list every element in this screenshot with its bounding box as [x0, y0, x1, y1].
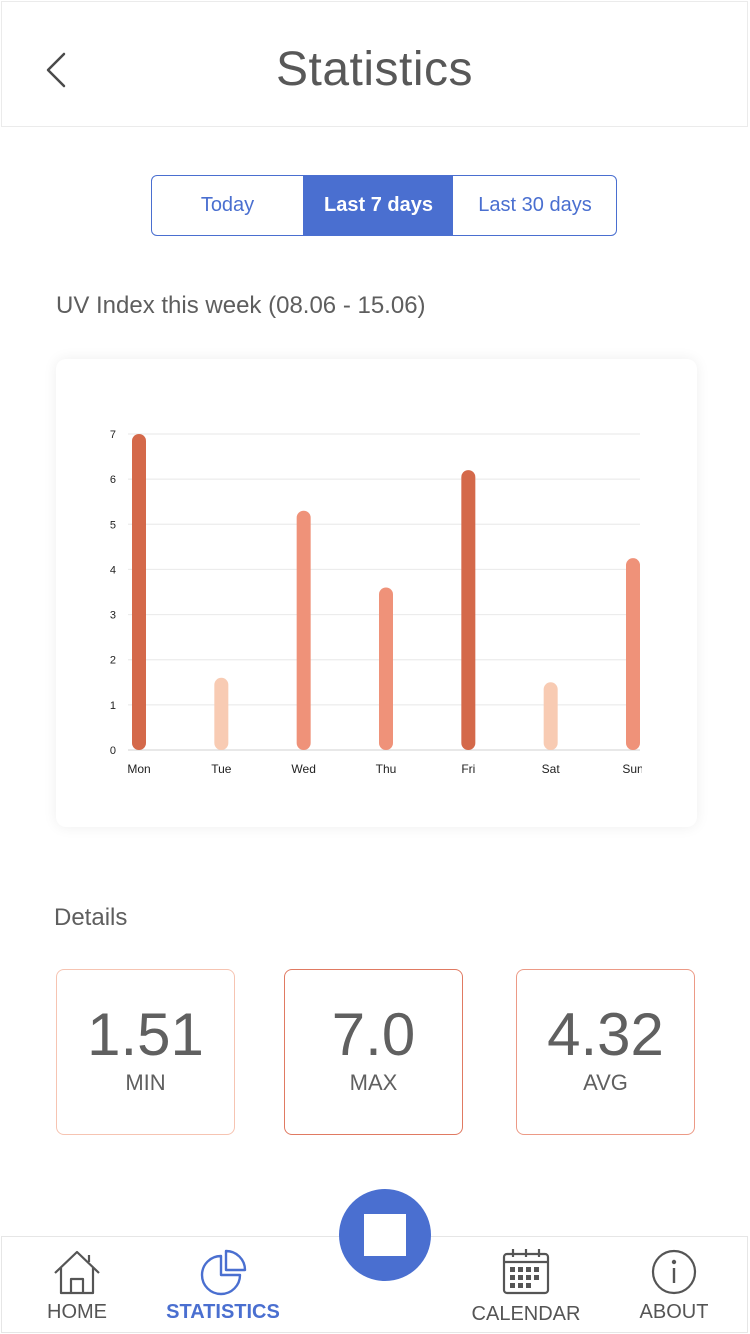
tab-calendar[interactable]: CALENDAR [466, 1237, 586, 1332]
bar-thu [379, 587, 393, 750]
y-tick-label: 7 [110, 429, 116, 441]
y-tick-label: 3 [110, 610, 116, 622]
bar-tue [214, 677, 229, 750]
x-tick-label: Mon [127, 762, 150, 776]
tab-home[interactable]: HOME [32, 1237, 122, 1332]
x-tick-label: Wed [291, 762, 315, 776]
max-label: MAX [349, 1070, 398, 1095]
max-stat-card: 7.0 MAX [284, 969, 463, 1135]
bar-fri [461, 470, 476, 750]
min-value: 1.51 [87, 1001, 204, 1068]
bar-wed [296, 510, 311, 750]
avg-label: AVG [583, 1070, 628, 1095]
pie-chart-icon [200, 1249, 247, 1296]
tab-last-30-days[interactable]: Last 30 days [453, 176, 616, 235]
min-stat-card: 1.51 MIN [56, 969, 235, 1135]
header-bar: Statistics [1, 1, 748, 127]
calendar-icon [502, 1249, 550, 1295]
y-tick-label: 1 [110, 700, 116, 712]
stop-icon [364, 1214, 406, 1256]
tab-statistics-label: STATISTICS [166, 1301, 280, 1323]
info-icon [651, 1249, 697, 1295]
x-tick-label: Thu [376, 762, 397, 776]
date-range-selector: Today Last 7 days Last 30 days [151, 175, 617, 236]
min-label: MIN [125, 1070, 166, 1095]
bar-sun [626, 558, 640, 750]
stop-button[interactable] [339, 1189, 431, 1281]
tab-last-7-days[interactable]: Last 7 days [304, 176, 453, 235]
uv-bar-chart: 0 1 2 3 4 5 6 7 Mon Tue Wed Thu Fri Sat Sun [110, 429, 643, 776]
y-tick-label: 6 [110, 474, 116, 486]
x-tick-label: Sun [622, 762, 643, 776]
tab-statistics[interactable]: STATISTICS [162, 1237, 284, 1332]
details-title: Details [54, 904, 128, 931]
tab-today[interactable]: Today [152, 176, 304, 235]
y-tick-label: 5 [110, 519, 116, 531]
tab-about-label: ABOUT [639, 1301, 709, 1323]
tab-calendar-label: CALENDAR [471, 1303, 581, 1325]
y-tick-label: 4 [110, 564, 116, 576]
page-title: Statistics [275, 43, 474, 96]
y-tick-label: 0 [110, 745, 116, 757]
y-tick-label: 2 [110, 655, 116, 667]
avg-value: 4.32 [547, 1001, 664, 1068]
bar-mon [132, 434, 146, 750]
bar-sat [543, 682, 558, 750]
tab-home-label: HOME [47, 1301, 107, 1323]
home-icon [54, 1250, 100, 1295]
x-tick-label: Tue [211, 762, 232, 776]
avg-stat-card: 4.32 AVG [516, 969, 695, 1135]
x-tick-label: Fri [461, 762, 475, 776]
tab-about[interactable]: ABOUT [624, 1237, 724, 1332]
max-value: 7.0 [331, 1001, 416, 1068]
chart-title: UV Index this week (08.06 - 15.06) [56, 292, 426, 319]
x-tick-label: Sat [542, 762, 561, 776]
uv-chart-card: 0 1 2 3 4 5 6 7 Mon Tue Wed Thu Fri Sat Sun [56, 359, 697, 827]
